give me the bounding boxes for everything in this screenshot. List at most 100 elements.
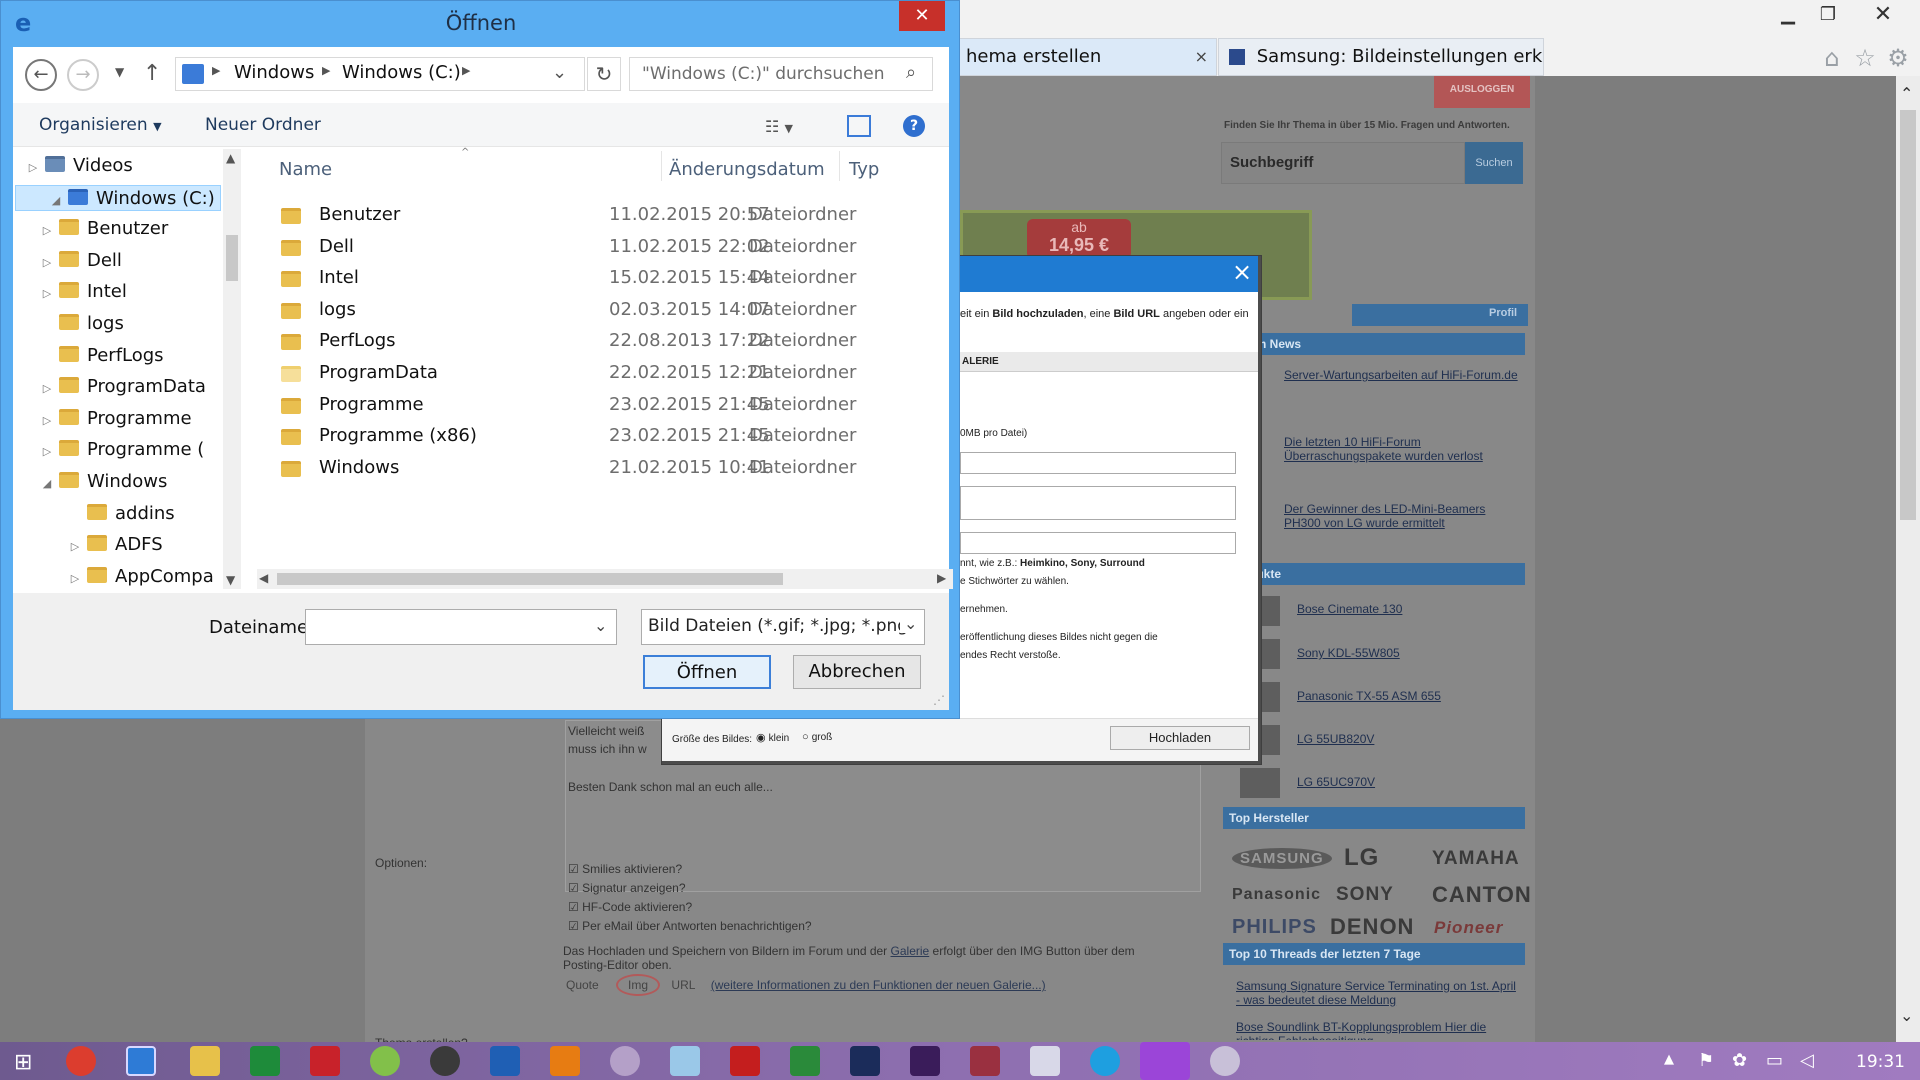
file-row[interactable]: Programme 23.02.2015 21:45 Dateiordner <box>275 389 1005 421</box>
scroll-up-icon[interactable]: ⌃ <box>1900 84 1913 103</box>
address-dropdown-icon[interactable]: ⌄ <box>552 62 567 83</box>
tree-item[interactable]: addins <box>69 501 175 527</box>
calculator-icon[interactable] <box>1030 1046 1060 1076</box>
action-center-flag-icon[interactable]: ⚑ <box>1698 1050 1714 1071</box>
up-arrow-icon[interactable]: ↑ <box>143 61 161 86</box>
outlook-icon[interactable] <box>490 1046 520 1076</box>
product-link-1[interactable]: Bose Cinemate 130 <box>1297 602 1402 616</box>
gallery-info-link[interactable]: (weitere Informationen zu den Funktionen… <box>711 978 1046 992</box>
product-link-2[interactable]: Sony KDL-55W805 <box>1297 646 1400 660</box>
search-input[interactable]: "Windows (C:)" durchsuchen ⌕ <box>629 57 933 91</box>
file-row[interactable]: Dell 11.02.2015 22:02 Dateiordner <box>275 231 1005 263</box>
help-icon[interactable]: ? <box>903 115 925 137</box>
file-row[interactable]: Programme (x86) 23.02.2015 21:45 Dateiordn… <box>275 420 1005 452</box>
open-button[interactable]: Öffnen <box>643 655 771 689</box>
app-icon[interactable] <box>610 1046 640 1076</box>
tree-expander-icon[interactable]: ▷ <box>41 376 53 402</box>
tree-item[interactable]: logs <box>41 311 124 337</box>
tree-expander-icon[interactable]: ▷ <box>41 218 53 244</box>
forward-arrow-icon[interactable]: → <box>67 59 99 91</box>
close-tab-icon[interactable]: × <box>1195 39 1208 75</box>
tree-item[interactable]: ◢ Windows <box>41 469 168 497</box>
tree-item[interactable]: ▷ Programme <box>41 406 192 432</box>
tree-item[interactable]: ▷ Dell <box>41 248 122 274</box>
dialog-close-button[interactable]: ✕ <box>899 1 945 31</box>
app-icon[interactable] <box>1210 1046 1240 1076</box>
excel-icon[interactable] <box>250 1046 280 1076</box>
img-button[interactable]: Img <box>616 974 661 996</box>
tree-expander-icon[interactable]: ▷ <box>27 155 39 181</box>
scroll-down-icon[interactable]: ⌄ <box>1900 1006 1913 1025</box>
close-window-icon[interactable]: ✕ <box>1860 0 1906 30</box>
search-icon[interactable]: ⌕ <box>906 62 916 83</box>
page-scrollbar[interactable]: ⌃ ⌄ <box>1896 76 1920 1042</box>
option-smilies[interactable]: ☑ Smilies aktivieren? <box>568 860 812 879</box>
column-header-name[interactable]: Name <box>279 159 332 180</box>
brand-logo-pioneer[interactable]: Pioneer <box>1434 918 1503 938</box>
browser-tab-1[interactable]: hema erstellen × <box>955 38 1217 76</box>
tree-item[interactable]: ▷ ProgramData <box>41 374 206 400</box>
scroll-up-icon[interactable]: ▲ <box>226 151 235 165</box>
media-app-icon[interactable] <box>430 1046 460 1076</box>
upload-button[interactable]: Hochladen <box>1110 726 1250 750</box>
tree-item[interactable]: ▷ Benutzer <box>41 216 168 242</box>
cancel-button[interactable]: Abbrechen <box>793 655 921 689</box>
tray-app-icon[interactable]: ✿ <box>1732 1050 1747 1071</box>
skype-icon[interactable] <box>1090 1046 1120 1076</box>
file-row[interactable]: PerfLogs 22.08.2013 17:22 Dateiordner <box>275 325 1005 357</box>
tree-expander-icon[interactable]: ▷ <box>69 534 81 560</box>
resize-grip-icon[interactable]: ⋰ <box>933 693 945 707</box>
brand-logo-philips[interactable]: PHILIPS <box>1232 916 1317 939</box>
tree-item[interactable]: PerfLogs <box>41 343 164 369</box>
brand-logo-yamaha[interactable]: YAMAHA <box>1432 848 1520 870</box>
news-link-1[interactable]: Server-Wartungsarbeiten auf HiFi-Forum.d… <box>1284 368 1520 382</box>
tree-item[interactable]: ▷ Programme ( <box>41 437 205 465</box>
site-search-button[interactable]: Suchen <box>1465 142 1523 184</box>
brand-logo-sony[interactable]: SONY <box>1336 884 1394 906</box>
product-link-4[interactable]: LG 55UB820V <box>1297 732 1374 746</box>
tray-expand-icon[interactable]: ▲ <box>1664 1052 1674 1067</box>
thread-link-2[interactable]: Bose Soundlink BT-Kopplungsproblem Hier … <box>1236 1020 1516 1040</box>
tree-item[interactable]: ▷ Intel <box>41 279 127 305</box>
url-button[interactable]: URL <box>671 978 695 992</box>
file-row[interactable]: logs 02.03.2015 14:07 Dateiordner <box>275 294 1005 326</box>
site-search-input[interactable]: Suchbegriff <box>1221 142 1465 184</box>
new-folder-button[interactable]: Neuer Ordner <box>205 115 321 135</box>
breadcrumb-windows[interactable]: Windows <box>234 62 314 83</box>
file-row[interactable]: Windows 21.02.2015 10:41 Dateiordner <box>275 452 1005 484</box>
address-bar[interactable]: ▶ Windows ▶ Windows (C:) ▶ ⌄ <box>175 57 585 91</box>
search-app-icon[interactable] <box>1140 1042 1190 1080</box>
brand-logo-canton[interactable]: CANTON <box>1432 882 1532 908</box>
organize-menu[interactable]: Organisieren ▼ <box>39 115 162 135</box>
spotify-icon[interactable] <box>370 1046 400 1076</box>
chrome-icon[interactable] <box>66 1046 96 1076</box>
option-signature[interactable]: ☑ Signatur anzeigen? <box>568 879 812 898</box>
settings-gear-icon[interactable]: ⚙ <box>1884 44 1912 72</box>
browser-tab-2[interactable]: Samsung: Bildeinstellungen erkl... <box>1218 38 1544 76</box>
preview-pane-icon[interactable] <box>847 115 871 137</box>
history-dropdown-icon[interactable]: ▼ <box>115 65 124 79</box>
home-icon[interactable]: ⌂ <box>1818 44 1846 72</box>
tree-expander-icon[interactable]: ◢ <box>50 188 62 214</box>
description-textarea[interactable] <box>960 486 1236 520</box>
news-link-3[interactable]: Der Gewinner des LED-Mini-Beamers PH300 … <box>1284 502 1520 530</box>
size-large-radio[interactable]: ○ groß <box>802 731 832 743</box>
tree-item[interactable]: ▷ AppCompa <box>69 564 214 589</box>
chevron-down-icon[interactable]: ⌄ <box>900 614 918 633</box>
column-header-date[interactable]: Änderungsdatum <box>669 159 825 180</box>
file-explorer-icon[interactable] <box>190 1046 220 1076</box>
app-icon[interactable] <box>970 1046 1000 1076</box>
brand-logo-samsung[interactable]: SAMSUNG <box>1232 848 1332 869</box>
breadcrumb-drive-c[interactable]: Windows (C:) <box>342 62 461 83</box>
chevron-down-icon[interactable]: ⌄ <box>594 616 607 635</box>
tree-item[interactable]: ▷ Videos <box>27 153 133 179</box>
file-row[interactable]: Intel 15.02.2015 15:44 Dateiordner <box>275 262 1005 294</box>
volume-icon[interactable]: ◁ <box>1800 1050 1814 1071</box>
pen-app-icon[interactable] <box>670 1046 700 1076</box>
column-header-type[interactable]: Typ <box>849 159 879 180</box>
bitdefender-icon[interactable] <box>310 1046 340 1076</box>
tree-expander-icon[interactable]: ◢ <box>41 471 53 497</box>
clock[interactable]: 19:31 <box>1856 1052 1905 1072</box>
tree-expander-icon[interactable]: ▷ <box>41 439 53 465</box>
refresh-icon[interactable]: ↻ <box>587 57 621 91</box>
